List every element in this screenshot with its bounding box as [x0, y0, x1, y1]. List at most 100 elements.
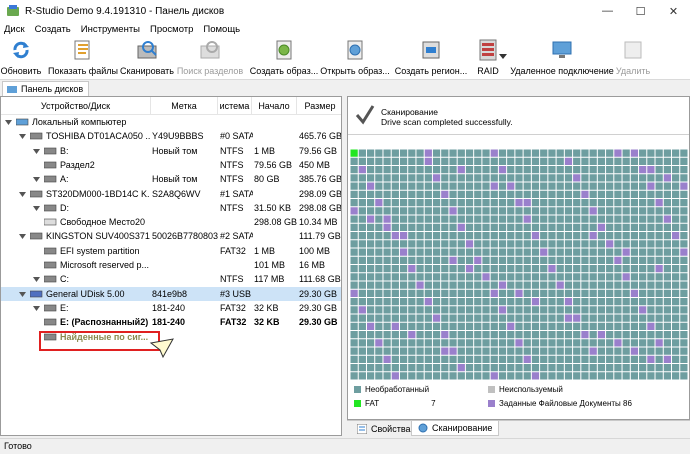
column-size[interactable]: Размер — [297, 97, 341, 115]
scan-block — [622, 174, 630, 182]
tree-row[interactable]: KINGSTON SUV400S3712...50026B7780803...#… — [1, 229, 341, 243]
column-filesystem[interactable]: истема — [218, 97, 252, 115]
tree-row[interactable]: E: (Распознанный2) 181-240 FAT32 32 KB 29.30… — [1, 315, 341, 329]
chevron-down-icon[interactable] — [5, 119, 12, 126]
scan-block — [424, 149, 432, 157]
scan-block — [366, 339, 375, 347]
scan-block — [490, 322, 498, 330]
tree-row[interactable]: Локальный компьютер — [1, 115, 341, 129]
tree-row[interactable]: C: NTFS 117 MB 111.68 GB — [1, 272, 341, 286]
menu-view[interactable]: Просмотр — [146, 24, 199, 35]
chevron-down-icon[interactable] — [33, 205, 40, 212]
tree-row[interactable]: General UDisk 5.00 841e9b8 #3 USB 29.30 GB — [1, 286, 341, 301]
delete-button[interactable]: Удалить — [616, 38, 650, 78]
chevron-down-icon[interactable] — [33, 276, 40, 283]
tree-row[interactable]: B: Новый том NTFS 1 MB 79.56 GB — [1, 144, 341, 158]
tree-row[interactable]: A: Новый том NTFS 80 GB 385.76 GB — [1, 172, 342, 186]
scan-block — [465, 149, 474, 157]
scan-block — [606, 232, 614, 240]
column-device[interactable]: Устройство/Диск — [1, 97, 151, 115]
menu-create[interactable]: Создать — [31, 24, 77, 35]
tab-properties[interactable]: Свойства — [351, 421, 417, 436]
maximize-button[interactable]: ☐ — [624, 0, 657, 22]
scan-block — [416, 372, 424, 380]
scan-block — [498, 265, 507, 273]
show-files-label: Показать файлы — [48, 66, 118, 76]
chevron-down-icon[interactable] — [19, 191, 26, 198]
scan-block — [399, 298, 408, 306]
scan-block — [556, 322, 564, 330]
scan-block — [606, 149, 614, 157]
tree-row[interactable]: D: NTFS 31.50 KB 298.08 GB — [1, 201, 341, 215]
scan-block — [548, 322, 556, 330]
raid-dropdown-arrow[interactable] — [498, 54, 508, 64]
scan-block — [474, 182, 482, 190]
scan-block — [399, 207, 408, 215]
scan-block — [630, 322, 639, 330]
scan-block — [672, 355, 680, 363]
scan-block — [465, 248, 474, 256]
tree-row[interactable]: ST320DM000-1BD14C K...S2A8Q6WV #1 SATA2, … — [1, 187, 341, 201]
scan-block — [672, 190, 680, 198]
cell-name: Свободное Место20 — [60, 217, 146, 228]
scan-block — [391, 190, 399, 198]
tree-row[interactable]: Раздел2 NTFS 79.56 GB 450 MB — [1, 158, 341, 172]
find-partitions-button[interactable]: Поиск разделов — [177, 38, 243, 78]
chevron-down-icon[interactable] — [19, 291, 26, 298]
menu-tools[interactable]: Инструменты — [77, 24, 146, 35]
chevron-down-icon[interactable] — [19, 233, 26, 240]
scan-block — [424, 372, 432, 380]
scan-block — [548, 331, 556, 339]
scan-block — [408, 306, 416, 314]
menu-disk[interactable]: Диск — [0, 24, 31, 35]
scan-block — [457, 207, 465, 215]
chevron-down-icon[interactable] — [33, 176, 40, 183]
chevron-down-icon[interactable] — [19, 133, 26, 140]
create-region-button[interactable]: Создать регион... — [395, 38, 467, 78]
scan-block — [680, 215, 688, 223]
scan-block — [531, 281, 540, 289]
cell-size: 16 MB — [299, 260, 326, 270]
open-image-button[interactable]: Открыть образ... — [320, 38, 390, 78]
cell-size: 385.76 GB — [299, 174, 342, 185]
cell-fs: NTFS — [220, 274, 244, 285]
scan-block — [375, 372, 383, 380]
tree-row[interactable]: TOSHIBA DT01ACA050 ...Y49U9BBBS #0 SATA2,… — [1, 129, 341, 143]
menu-help[interactable]: Помощь — [199, 24, 246, 35]
scan-block — [540, 166, 548, 174]
show-files-button[interactable]: Показать файлы — [48, 38, 118, 78]
column-label[interactable]: Метка — [151, 97, 218, 115]
tab-scan[interactable]: Сканирование — [411, 421, 500, 436]
minimize-button[interactable]: — — [591, 0, 624, 22]
tree-row[interactable]: E: 181-240 FAT32 32 KB 29.30 GB — [1, 301, 341, 315]
scan-block — [366, 223, 375, 231]
remote-connect-button[interactable]: Удаленное подключение — [510, 38, 614, 78]
tree-row[interactable]: EFI system partition FAT32 1 MB 100 MB — [1, 244, 341, 258]
scan-block — [597, 314, 606, 322]
scan-block — [383, 232, 391, 240]
scan-block — [399, 372, 408, 380]
scan-block — [515, 265, 523, 273]
scan-block — [399, 289, 408, 297]
scan-block — [350, 273, 358, 281]
scan-block — [548, 256, 556, 264]
refresh-button[interactable]: Обновить — [1, 38, 41, 78]
scan-block — [630, 207, 639, 215]
create-image-button[interactable]: Создать образ... — [249, 38, 319, 78]
scan-block — [606, 157, 614, 165]
close-button[interactable]: ✕ — [657, 0, 690, 22]
scan-block — [375, 174, 383, 182]
chevron-down-icon[interactable] — [33, 305, 40, 312]
column-start[interactable]: Начало — [252, 97, 297, 115]
tab-drives-panel[interactable]: Панель дисков — [2, 81, 90, 96]
create-image-label: Создать образ... — [249, 66, 319, 76]
scan-block — [416, 215, 424, 223]
tree-row[interactable]: Microsoft reserved p... 101 MB 16 MB — [1, 258, 341, 272]
scan-block — [663, 331, 672, 339]
scan-block — [672, 215, 680, 223]
scan-block — [655, 199, 663, 207]
chevron-down-icon[interactable] — [33, 148, 40, 155]
tree-row[interactable]: Свободное Место20 298.08 GB 10.34 MB — [1, 215, 341, 229]
cell-label — [152, 158, 218, 172]
scan-button[interactable]: Сканировать — [120, 38, 174, 78]
